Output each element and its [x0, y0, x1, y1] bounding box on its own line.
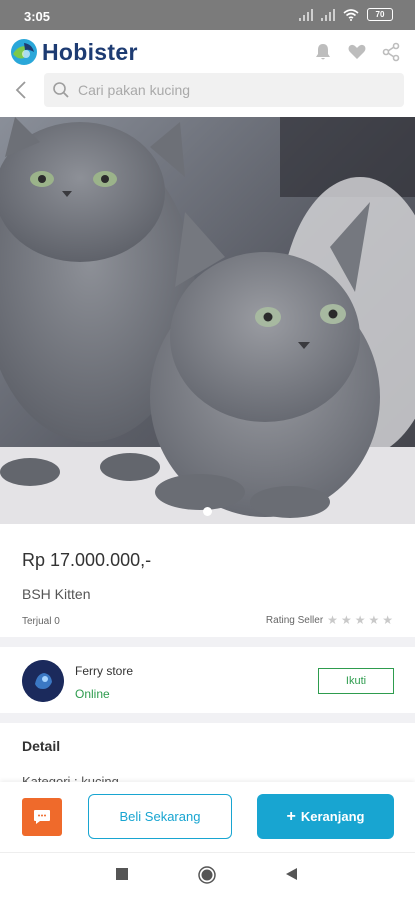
signal-icon-2 [321, 8, 335, 21]
recent-apps-icon[interactable] [115, 867, 129, 881]
section-divider [0, 713, 415, 723]
star-icon: ★ [327, 613, 338, 627]
back-nav-icon[interactable] [284, 867, 298, 881]
home-icon[interactable] [198, 866, 216, 884]
product-title: BSH Kitten [22, 586, 91, 602]
logo-icon [11, 39, 37, 65]
follow-button[interactable]: Ikuti [318, 668, 394, 694]
add-to-cart-button[interactable]: + Keranjang [257, 794, 394, 839]
plus-icon: + [286, 807, 296, 825]
sold-count: Terjual 0 [22, 616, 60, 627]
store-logo-icon [22, 660, 64, 702]
carousel-dot-active[interactable] [203, 507, 212, 516]
system-nav-bar [0, 852, 415, 901]
back-arrow-icon[interactable] [10, 78, 34, 102]
rating-stars: ★ ★ ★ ★ ★ [327, 614, 393, 626]
header-actions [313, 42, 401, 62]
star-icon: ★ [382, 613, 393, 627]
section-divider [0, 637, 415, 647]
signal-icon [299, 8, 313, 21]
chat-icon [34, 810, 50, 824]
heart-icon[interactable] [347, 42, 367, 62]
status-icons: 70 [299, 8, 393, 21]
star-icon: ★ [340, 613, 352, 627]
detail-heading: Detail [22, 738, 61, 754]
seller-name[interactable]: Ferry store [75, 664, 133, 678]
bell-icon[interactable] [313, 42, 333, 62]
product-image[interactable] [0, 117, 415, 524]
bottom-action-bar: Beli Sekarang + Keranjang [0, 782, 415, 852]
seller-rating: Rating Seller ★ ★ ★ ★ ★ [266, 614, 393, 626]
seller-avatar[interactable] [22, 660, 64, 702]
product-price: Rp 17.000.000,- [22, 550, 152, 570]
search-icon [53, 82, 69, 98]
star-icon: ★ [354, 613, 366, 627]
status-bar: 3:05 70 [0, 0, 415, 30]
battery-icon: 70 [367, 8, 393, 21]
chat-button[interactable] [22, 798, 62, 836]
status-time: 3:05 [24, 9, 51, 24]
cart-label: Keranjang [300, 809, 365, 824]
search-input[interactable] [76, 81, 380, 99]
brand-logo[interactable]: Hobister [10, 38, 138, 66]
wifi-icon [343, 8, 359, 21]
seller-status: Online [75, 687, 110, 701]
kitten-photo [0, 117, 415, 524]
rating-label: Rating Seller [265, 614, 324, 626]
share-icon[interactable] [381, 42, 401, 62]
star-icon: ★ [368, 613, 380, 627]
brand-name: Hobister [42, 38, 138, 65]
buy-now-button[interactable]: Beli Sekarang [88, 794, 232, 839]
search-bar[interactable] [44, 73, 404, 107]
app-header: Hobister [0, 30, 415, 112]
